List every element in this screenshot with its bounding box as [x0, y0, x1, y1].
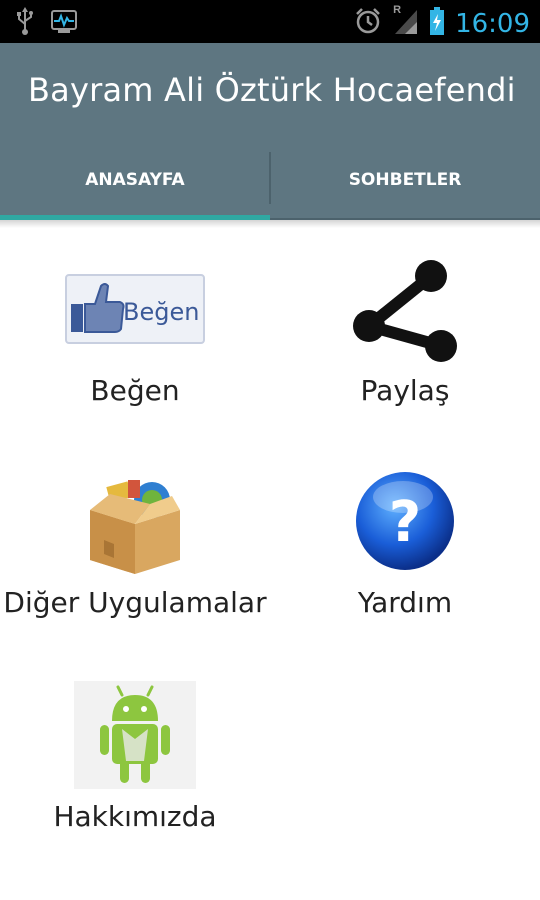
tab-label: SOHBETLER [348, 170, 462, 190]
help-icon-glyph: ? [389, 490, 421, 555]
signal-icon: R [393, 4, 419, 41]
grid-item-paylas[interactable]: Paylaş [270, 250, 540, 450]
like-icon-text: Beğen [123, 298, 199, 326]
tab-sohbetler[interactable]: SOHBETLER [270, 140, 540, 220]
app-box-icon [80, 466, 190, 581]
action-bar: Bayram Ali Öztürk Hocaefendi [0, 43, 540, 140]
grid-item-diger-uygulamalar[interactable]: Diğer Uygulamalar [0, 462, 270, 662]
share-icon [345, 254, 465, 369]
tab-bar: ANASAYFA SOHBETLER [0, 140, 540, 220]
grid-item-begen[interactable]: Beğen Beğen [0, 250, 270, 450]
alarm-clock-icon [353, 6, 383, 41]
tab-shadow [0, 220, 540, 228]
grid-label-diger-uygulamalar: Diğer Uygulamalar [3, 586, 267, 619]
battery-charging-icon [429, 6, 445, 41]
tab-label: ANASAYFA [85, 170, 185, 190]
grid-label-begen: Beğen [90, 374, 180, 407]
signal-roaming-badge: R [393, 4, 402, 16]
facebook-like-icon: Beğen [65, 273, 205, 349]
tab-anasayfa[interactable]: ANASAYFA [0, 140, 270, 220]
grid-item-yardim[interactable]: ? Yardım [270, 462, 540, 662]
grid-label-hakkimizda: Hakkımızda [53, 800, 217, 833]
android-icon [74, 680, 196, 794]
status-bar: R 16:09 [0, 0, 540, 43]
grid-label-yardim: Yardım [357, 586, 453, 619]
activity-monitor-icon [50, 6, 78, 41]
grid-item-hakkimizda[interactable]: Hakkımızda [0, 676, 270, 876]
help-icon: ? [353, 469, 457, 578]
app-title: Bayram Ali Öztürk Hocaefendi [28, 71, 516, 109]
status-time: 16:09 [455, 8, 530, 39]
usb-icon [14, 6, 36, 41]
grid-label-paylas: Paylaş [360, 374, 450, 407]
